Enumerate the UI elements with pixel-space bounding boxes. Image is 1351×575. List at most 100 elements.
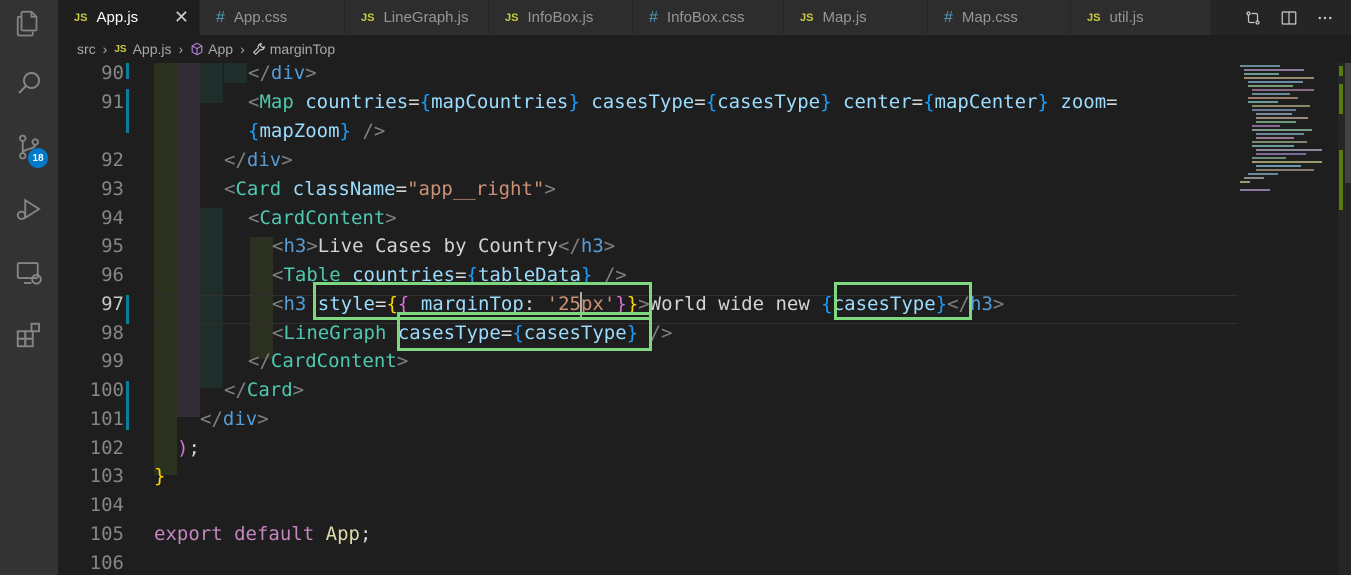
minimap-line: [1252, 89, 1314, 91]
code-line-91-wrap: {mapZoom} />: [248, 120, 386, 142]
line-number: 98: [101, 322, 124, 344]
line-number: 102: [89, 437, 124, 459]
breadcrumb-component[interactable]: App: [208, 41, 233, 57]
line-number: 90: [101, 63, 124, 84]
minimap-line: [1252, 141, 1307, 143]
remote-explorer-icon[interactable]: [10, 254, 48, 292]
minimap-line: [1256, 149, 1322, 151]
minimap-line: [1248, 97, 1298, 99]
tab-infobox-css[interactable]: # InfoBox.css: [633, 0, 784, 35]
git-modified-marker: [126, 381, 129, 410]
line-number: 94: [101, 207, 124, 229]
wrench-icon: [252, 41, 266, 57]
line-number: 93: [101, 178, 124, 200]
js-file-icon: JS: [800, 11, 814, 24]
minimap-line: [1252, 109, 1296, 111]
more-actions-icon[interactable]: [1314, 7, 1336, 29]
explorer-icon[interactable]: [10, 4, 48, 42]
line-number: 91: [101, 91, 124, 113]
git-modified-marker: [126, 295, 129, 324]
tab-util-js[interactable]: JS util.js: [1071, 0, 1211, 35]
tab-app-js[interactable]: JS App.js ✕: [58, 0, 200, 35]
close-icon[interactable]: ✕: [174, 7, 189, 28]
minimap-line: [1252, 129, 1312, 131]
css-file-icon: #: [944, 8, 953, 26]
line-number: 95: [101, 235, 124, 257]
js-file-icon: JS: [1087, 11, 1101, 24]
split-editor-icon[interactable]: [1278, 7, 1300, 29]
tab-label: App.css: [233, 9, 288, 26]
run-debug-icon[interactable]: [10, 190, 48, 228]
css-file-icon: #: [649, 8, 658, 26]
minimap-line: [1248, 85, 1293, 87]
minimap-line: [1244, 77, 1314, 79]
minimap-line: [1256, 113, 1292, 115]
breadcrumb: src › JS App.js › App › marginTop: [58, 35, 1351, 63]
minimap-line: [1248, 81, 1303, 83]
minimap-line: [1240, 189, 1270, 191]
code-line-103: }: [154, 465, 166, 487]
tab-map-css[interactable]: # Map.css: [928, 0, 1071, 35]
minimap-line: [1240, 181, 1250, 183]
line-number: 101: [89, 408, 124, 430]
tab-linegraph-js[interactable]: JS LineGraph.js: [345, 0, 489, 35]
js-file-icon: JS: [505, 11, 519, 24]
editor-actions: [1227, 0, 1351, 35]
scrollbar-thumb[interactable]: [1345, 63, 1351, 183]
indent-guide: [200, 63, 223, 103]
js-file-icon: JS: [74, 11, 88, 24]
tab-label: InfoBox.css: [666, 9, 745, 26]
line-number: 97: [101, 293, 124, 315]
minimap-line: [1256, 165, 1301, 167]
line-number: 92: [101, 149, 124, 171]
minimap-line: [1244, 177, 1264, 179]
tab-bar: JS App.js ✕ # App.css JS LineGraph.js JS…: [58, 0, 1351, 35]
line-number: 104: [89, 494, 124, 516]
code-line-92: </div>: [224, 149, 293, 171]
tab-label: Map.js: [822, 9, 867, 26]
minimap-line: [1256, 137, 1294, 139]
indent-guide: [224, 63, 247, 83]
tab-infobox-js[interactable]: JS InfoBox.js: [489, 0, 633, 35]
compare-changes-icon[interactable]: [1242, 7, 1264, 29]
minimap[interactable]: [1238, 63, 1338, 203]
breadcrumb-separator: ›: [240, 41, 245, 57]
minimap-line: [1252, 125, 1280, 127]
code-line-101: </div>: [200, 408, 269, 430]
breadcrumb-symbol[interactable]: marginTop: [270, 41, 335, 57]
breadcrumb-folder[interactable]: src: [77, 41, 96, 57]
tab-map-js[interactable]: JS Map.js: [784, 0, 928, 35]
line-number: 106: [89, 552, 124, 574]
code-editor[interactable]: 90 91 92 93 94 95 96 97 98 99 100 101 10…: [58, 63, 1351, 575]
breadcrumb-file[interactable]: App.js: [133, 41, 172, 57]
indent-guide: [154, 63, 177, 475]
line-number: 103: [89, 465, 124, 487]
breadcrumb-separator: ›: [102, 41, 108, 57]
code-line-100: </Card>: [224, 379, 305, 401]
tab-label: InfoBox.js: [527, 9, 594, 26]
code-line-99: </CardContent>: [248, 350, 409, 372]
tab-label: util.js: [1109, 9, 1144, 26]
minimap-line: [1256, 117, 1308, 119]
code-line-94: <CardContent>: [248, 207, 397, 229]
minimap-line: [1252, 161, 1322, 163]
component-symbol-icon: [190, 41, 204, 57]
line-number: 96: [101, 264, 124, 286]
minimap-line: [1252, 157, 1286, 159]
tab-label: Map.css: [961, 9, 1018, 26]
line-number: 105: [89, 523, 124, 545]
css-file-icon: #: [216, 8, 225, 26]
line-number: 100: [89, 379, 124, 401]
code-line-102: );: [177, 437, 200, 459]
scrollbar-change-marker: [1339, 150, 1343, 210]
minimap-line: [1256, 153, 1306, 155]
js-file-icon: JS: [114, 43, 127, 55]
minimap-line: [1256, 133, 1304, 135]
minimap-line: [1248, 173, 1278, 175]
scrollbar-change-marker: [1339, 66, 1343, 76]
code-line-90: </div>: [248, 63, 317, 84]
minimap-line: [1240, 65, 1280, 67]
extensions-icon[interactable]: [10, 316, 48, 354]
search-icon[interactable]: [10, 64, 48, 102]
tab-app-css[interactable]: # App.css: [200, 0, 345, 35]
